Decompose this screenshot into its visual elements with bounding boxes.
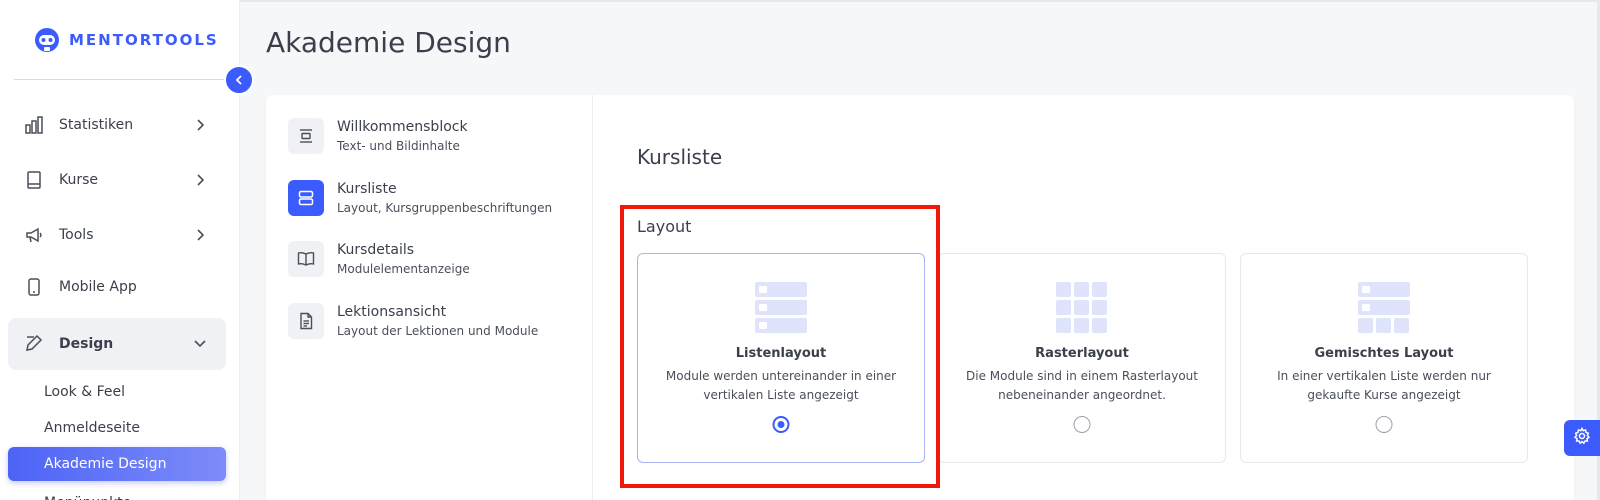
section-title: Kursdetails [337, 242, 415, 258]
layout-option-title: Listenlayout [735, 346, 827, 361]
chevron-right-icon [192, 227, 208, 243]
layout-option-title: Gemischtes Layout [1314, 346, 1454, 361]
section-item-willkommensblock[interactable]: Willkommensblock Text- und Bildinhalte [288, 118, 468, 154]
chevron-left-icon [233, 71, 245, 90]
layout-label: Layout [637, 217, 692, 236]
layout-option-description: Die Module sind in einem Rasterlayout ne… [966, 369, 1198, 402]
layout-option-list[interactable]: Listenlayout Module werden untereinander… [637, 253, 925, 463]
layout-option-radio[interactable] [1073, 416, 1091, 433]
sidebar-item-label: Statistiken [59, 117, 134, 133]
sidebar-item-design[interactable]: Design [8, 318, 226, 370]
top-border [240, 0, 1600, 2]
panel-divider [592, 95, 593, 500]
section-title: Willkommensblock [337, 119, 468, 135]
document-icon [288, 303, 324, 339]
grid-layout-illustration [1054, 280, 1110, 336]
section-item-kursliste[interactable]: Kursliste Layout, Kursgruppenbeschriftun… [288, 180, 552, 216]
content-title: Kursliste [637, 145, 723, 169]
pencil-icon [24, 333, 44, 353]
align-center-icon [288, 118, 324, 154]
section-subtitle: Layout, Kursgruppenbeschriftungen [337, 201, 553, 215]
mentortools-logo-icon [33, 26, 61, 54]
layout-option-mixed[interactable]: Gemischtes Layout In einer vertikalen Li… [1240, 253, 1528, 463]
layout-option-description: In einer vertikalen Liste werden nur gek… [1277, 369, 1491, 402]
mixed-layout-illustration [1356, 280, 1412, 336]
sidebar-collapse-button[interactable] [224, 65, 254, 95]
layout-option-description: Module werden untereinander in einer ver… [665, 369, 897, 402]
layout-option-grid[interactable]: Rasterlayout Die Module sind in einem Ra… [938, 253, 1226, 463]
open-book-icon [288, 241, 324, 277]
sidebar-item-kurse[interactable]: Kurse [8, 155, 226, 205]
sidebar-subitem-anmeldeseite[interactable]: Anmeldeseite [8, 411, 226, 445]
layout-option-title: Rasterlayout [1035, 346, 1129, 361]
layout-option-radio[interactable] [1375, 416, 1393, 433]
list-layout-illustration [753, 280, 809, 336]
sidebar-subitem-look-feel[interactable]: Look & Feel [8, 375, 226, 409]
sidebar-item-label: Tools [59, 227, 94, 243]
sidebar-item-mobile-app[interactable]: Mobile App [8, 262, 226, 312]
sidebar-item-label: Kurse [59, 172, 99, 188]
section-title: Lektionsansicht [337, 304, 447, 320]
list-layout-icon [288, 180, 324, 216]
sidebar-subitem-menupunkte[interactable]: Menüpunkte [8, 486, 226, 500]
chevron-right-icon [192, 117, 208, 133]
section-subtitle: Text- und Bildinhalte [337, 139, 460, 153]
sidebar-item-label: Mobile App [59, 279, 137, 295]
page-title: Akademie Design [266, 26, 511, 59]
settings-tab-button[interactable] [1564, 420, 1600, 456]
section-item-lektionsansicht[interactable]: Lektionsansicht Layout der Lektionen und… [288, 303, 538, 339]
sidebar-item-tools[interactable]: Tools [8, 210, 226, 260]
section-title: Kursliste [337, 181, 397, 197]
section-subtitle: Layout der Lektionen und Module [337, 324, 539, 338]
megaphone-icon [24, 225, 44, 245]
sidebar-item-statistiken[interactable]: Statistiken [8, 100, 226, 150]
section-subtitle: Modulelementanzeige [337, 262, 470, 276]
chevron-right-icon [192, 172, 208, 188]
section-item-kursdetails[interactable]: Kursdetails Modulelementanzeige [288, 241, 470, 277]
book-icon [24, 170, 44, 190]
brand-logo[interactable]: MENTORTOOLS [33, 26, 219, 54]
bar-chart-icon [24, 115, 44, 135]
layout-option-radio[interactable] [772, 416, 790, 433]
sidebar-item-label: Design [59, 336, 114, 352]
brand-name: MENTORTOOLS [69, 31, 219, 49]
phone-icon [24, 277, 44, 297]
sidebar-subitem-akademie-design[interactable]: Akademie Design [8, 447, 226, 481]
sidebar-divider [14, 79, 226, 80]
sidebar: MENTORTOOLS Statistiken Kurse Tools Mobi… [0, 0, 240, 500]
gear-icon [1573, 426, 1591, 449]
chevron-down-icon [192, 335, 208, 351]
